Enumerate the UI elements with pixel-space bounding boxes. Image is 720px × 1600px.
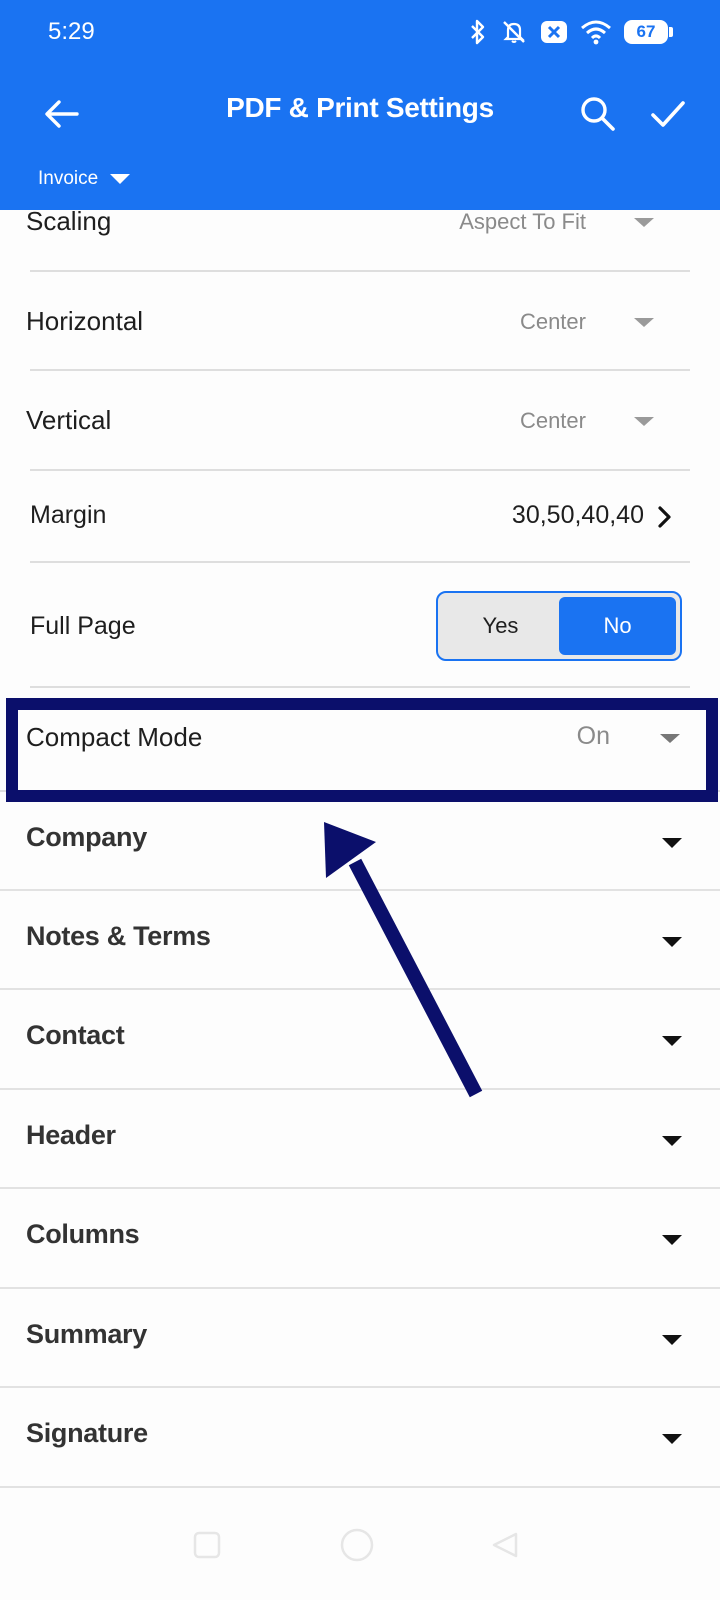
back-nav-icon[interactable]	[490, 1530, 520, 1560]
annotation-arrow	[324, 822, 483, 1098]
recents-icon[interactable]	[192, 1530, 222, 1560]
home-icon[interactable]	[338, 1526, 376, 1564]
system-nav-bar	[0, 1500, 720, 1600]
